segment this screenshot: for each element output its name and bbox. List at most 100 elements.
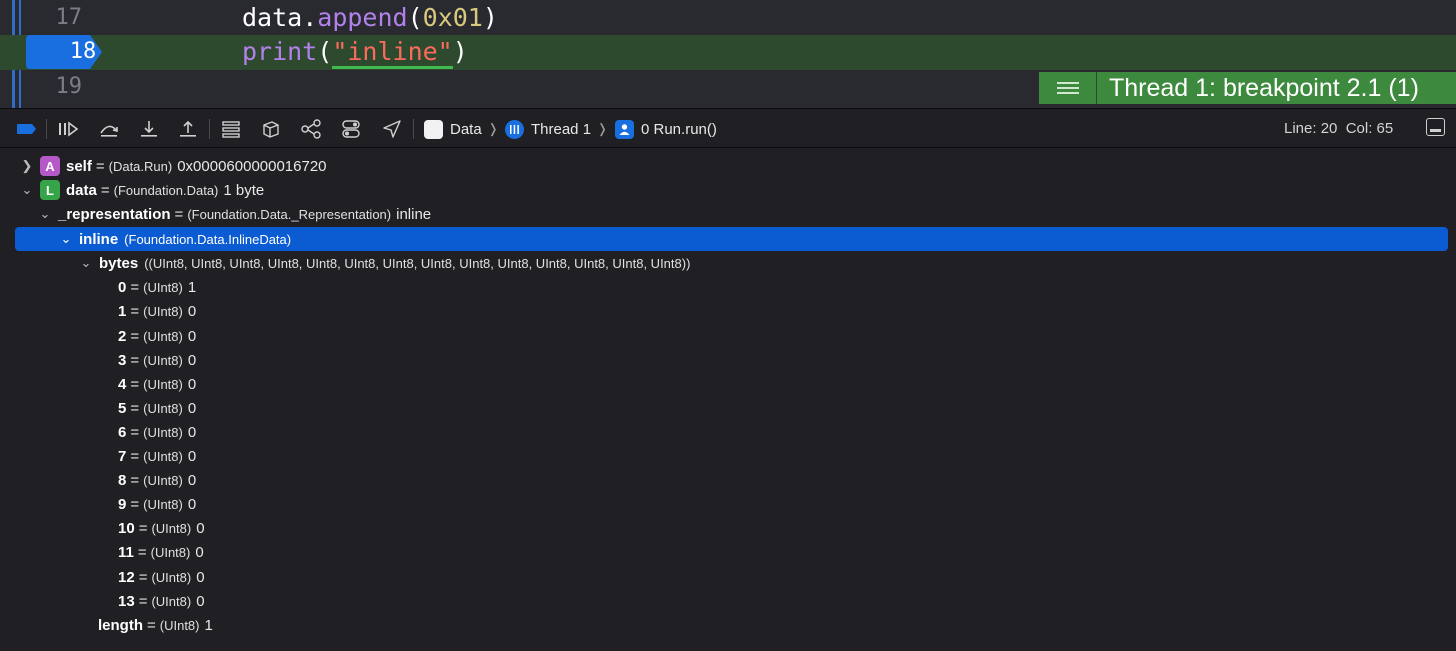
code-token-dot: .: [302, 3, 318, 32]
variable-value: 0: [196, 592, 205, 610]
code-line-18-current[interactable]: 18 print("inline") Thread 1: breakpoint …: [0, 35, 1456, 104]
line-number: 18: [69, 39, 97, 64]
variable-value: 1 byte: [223, 181, 265, 199]
variable-name: 7: [118, 447, 127, 465]
code-token-paren: (: [317, 37, 333, 66]
breadcrumb-thread[interactable]: Thread 1 ❭: [505, 118, 608, 140]
variable-type: (Foundation.Data.InlineData): [124, 231, 292, 247]
code-token-paren: ): [482, 3, 498, 32]
variable-row[interactable]: ⌄ bytes ((UInt8, UInt8, UInt8, UInt8, UI…: [0, 251, 1456, 275]
equals-sign: =: [130, 327, 140, 345]
variable-name: data: [66, 181, 97, 199]
variable-row[interactable]: 8 = (UInt8) 0: [0, 468, 1456, 492]
thread-icon: [505, 119, 524, 139]
variable-name: 11: [118, 543, 134, 561]
variable-name: 13: [118, 592, 135, 610]
breadcrumb-label: 0 Run.run(): [641, 120, 717, 138]
variable-type: (UInt8): [143, 400, 183, 416]
variable-row[interactable]: 0 = (UInt8) 1: [0, 275, 1456, 299]
variable-row[interactable]: 7 = (UInt8) 0: [0, 444, 1456, 468]
variable-row[interactable]: 6 = (UInt8) 0: [0, 420, 1456, 444]
variable-value: 0: [196, 568, 205, 586]
equals-sign: =: [137, 543, 147, 561]
variable-name: bytes: [99, 254, 139, 272]
breadcrumb-frame[interactable]: 0 Run.run(): [615, 118, 717, 140]
variable-type: (UInt8): [151, 593, 192, 609]
step-out-icon[interactable]: [177, 119, 199, 139]
environment-overrides-icon[interactable]: [300, 119, 322, 139]
variable-row[interactable]: 3 = (UInt8) 0: [0, 348, 1456, 372]
breakpoint-marker[interactable]: 18: [26, 35, 102, 69]
variable-row[interactable]: ❯ A self = (Data.Run) 0x0000600000016720: [0, 154, 1456, 178]
variable-row[interactable]: 4 = (UInt8) 0: [0, 372, 1456, 396]
variable-name: 5: [118, 399, 127, 417]
variables-view[interactable]: ❯ A self = (Data.Run) 0x0000600000016720 …: [0, 149, 1456, 651]
equals-sign: =: [130, 351, 140, 369]
continue-icon[interactable]: [57, 119, 79, 139]
code-token-string: "inline": [332, 37, 453, 69]
variable-row[interactable]: length = (UInt8) 1: [0, 613, 1456, 637]
source-editor[interactable]: 17 data.append(0x01) 18 print("inline") …: [0, 0, 1456, 108]
variable-type: ((UInt8, UInt8, UInt8, UInt8, UInt8, UIn…: [144, 255, 691, 271]
variable-type: (Data.Run): [108, 158, 173, 174]
equals-sign: =: [147, 616, 156, 634]
code-token-paren: (: [407, 3, 423, 32]
variable-value: 0: [187, 495, 197, 513]
variable-row[interactable]: 5 = (UInt8) 0: [0, 396, 1456, 420]
variable-row[interactable]: ⌄ _representation = (Foundation.Data._Rep…: [0, 202, 1456, 226]
line-number: 19: [55, 74, 83, 99]
simulate-location-icon[interactable]: [340, 119, 362, 139]
variable-value: 0x0000600000016720: [177, 157, 327, 175]
code-line-17[interactable]: 17 data.append(0x01): [0, 1, 1456, 36]
disclosure-down-icon[interactable]: ⌄: [59, 231, 73, 247]
variable-row-selected[interactable]: ⌄ inline (Foundation.Data.InlineData): [15, 227, 1448, 251]
variable-value: 0: [187, 302, 197, 320]
disclosure-right-icon[interactable]: ❯: [20, 158, 34, 174]
disclosure-down-icon[interactable]: ⌄: [20, 182, 34, 198]
code-text: data.append(0x01): [242, 3, 498, 32]
variable-row[interactable]: 12 = (UInt8) 0: [0, 565, 1456, 589]
hide-debug-area-icon[interactable]: [1426, 118, 1445, 136]
variable-type: (UInt8): [143, 376, 183, 392]
variable-row[interactable]: 1 = (UInt8) 0: [0, 299, 1456, 323]
variable-type: (UInt8): [151, 520, 192, 536]
variable-name: self: [66, 157, 92, 175]
variable-row[interactable]: 13 = (UInt8) 0: [0, 589, 1456, 613]
variable-value: 0: [195, 543, 204, 561]
variable-row[interactable]: 11 = (UInt8) 0: [0, 540, 1456, 564]
variable-name: length: [98, 616, 143, 634]
disclosure-down-icon[interactable]: ⌄: [79, 255, 93, 271]
view-hierarchy-icon[interactable]: [220, 119, 242, 139]
code-token-function: append: [317, 3, 408, 32]
equals-sign: =: [95, 157, 105, 175]
cursor-position: Line: 20 Col: 65: [1284, 120, 1394, 137]
step-over-icon[interactable]: [98, 119, 120, 139]
variable-row[interactable]: ⌄ L data = (Foundation.Data) 1 byte: [0, 178, 1456, 202]
toolbar-divider: [413, 119, 414, 139]
variable-name: 6: [118, 423, 127, 441]
code-text: print("inline"): [242, 37, 468, 69]
breadcrumb-app[interactable]: Data ❭: [424, 118, 499, 140]
variable-value: inline: [396, 205, 432, 223]
equals-sign: =: [130, 471, 140, 489]
variable-type: (UInt8): [150, 544, 191, 560]
variable-row[interactable]: 9 = (UInt8) 0: [0, 492, 1456, 516]
equals-sign: =: [100, 181, 110, 199]
variable-value: 0: [187, 471, 197, 489]
disclosure-down-icon[interactable]: ⌄: [38, 206, 52, 222]
memory-graph-icon[interactable]: [260, 119, 282, 139]
variable-name: 9: [118, 495, 127, 513]
variable-type: (UInt8): [143, 496, 183, 512]
variable-name: 2: [118, 327, 127, 345]
variable-row[interactable]: 2 = (UInt8) 0: [0, 324, 1456, 348]
step-into-icon[interactable]: [138, 119, 160, 139]
code-token-number: 0x01: [422, 3, 483, 32]
location-arrow-icon[interactable]: [381, 119, 403, 139]
code-line-19[interactable]: 19: [0, 70, 1456, 105]
variable-row[interactable]: 10 = (UInt8) 0: [0, 516, 1456, 540]
code-token-identifier: data: [242, 3, 303, 32]
variable-name: 12: [118, 568, 135, 586]
frame-icon: [615, 119, 634, 139]
breakpoints-toggle-icon[interactable]: [16, 119, 38, 139]
equals-sign: =: [130, 375, 140, 393]
